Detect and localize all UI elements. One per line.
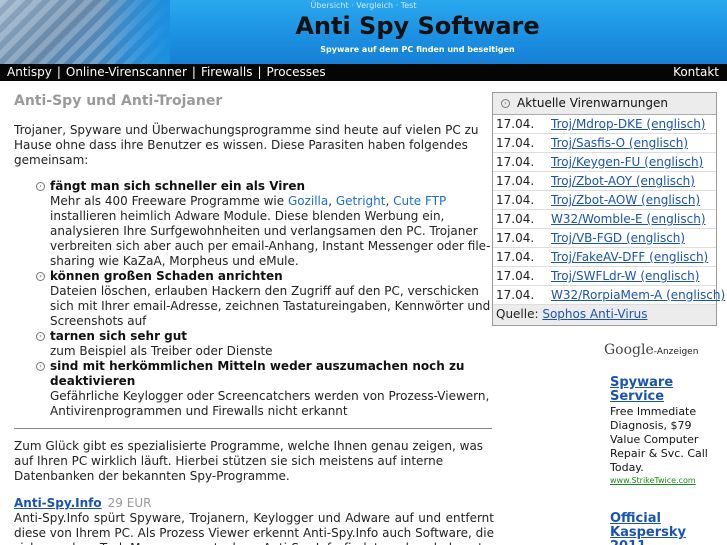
bullet-arrow-icon: ›	[36, 182, 45, 191]
virus-source: Quelle: Sophos Anti-Virus	[493, 305, 716, 325]
virus-link[interactable]: W32/RorpiaMem-A (englisch)	[551, 286, 725, 305]
ad-item: Official Kaspersky 2011	[604, 512, 724, 545]
virus-warnings-box: › Aktuelle Virenwarnungen 17.04. Troj/Mdr…	[492, 92, 725, 326]
ad-url[interactable]: www.StrikeTwice.com	[610, 476, 724, 485]
main-content: Anti-Spy und Anti-Trojaner Trojaner, Spy…	[14, 94, 494, 545]
virus-date: 17.04.	[496, 269, 535, 283]
table-row: 17.04. Troj/SWFLdr-W (englisch)	[493, 267, 716, 286]
nav-item-kontakt[interactable]: Kontakt	[673, 65, 719, 79]
source-label: Quelle:	[496, 307, 543, 321]
table-row: 17.04. Troj/Zbot-AOY (englisch)	[493, 172, 716, 191]
table-row: 17.04. Troj/Zbot-AOW (englisch)	[493, 191, 716, 210]
bullet-arrow-icon: ›	[36, 272, 45, 281]
link-getright[interactable]: Getright	[336, 194, 386, 208]
virus-date: 17.04.	[496, 117, 535, 131]
ads-label: Google-Anzeigen	[604, 342, 724, 358]
bullet-title: können großen Schaden anrichten	[50, 269, 283, 283]
nav-item-antispy[interactable]: Antispy	[7, 65, 52, 79]
nav-item-online-virenscanner[interactable]: Online-Virenscanner	[66, 65, 187, 79]
list-item: › tarnen sich sehr gut zum Beispiel als …	[36, 329, 494, 359]
source-link[interactable]: Sophos Anti-Virus	[542, 307, 647, 321]
google-logo: Google	[604, 342, 654, 358]
intro-text: Trojaner, Spyware und Überwachungsprogra…	[14, 123, 479, 167]
site-header: Übersicht · Vergleich · Test Anti Spy So…	[0, 0, 727, 64]
ad-text: Free Immediate Diagnosis, $79 Value Comp…	[610, 405, 708, 474]
bullet-text: Gefährliche Keylogger oder Screencatcher…	[50, 389, 490, 418]
list-item: › können großen Schaden anrichten Dateie…	[36, 269, 494, 329]
bullet-text: zum Beispiel als Treiber oder Dienste	[50, 344, 273, 358]
product-link[interactable]: Anti-Spy.Info	[14, 496, 102, 510]
outro-text: Zum Glück gibt es spezialisierte Program…	[14, 439, 484, 483]
ad-item: Spyware Service Free Immediate Diagnosis…	[604, 376, 724, 486]
table-row: 17.04. Troj/VB-FGD (englisch)	[493, 229, 716, 248]
virus-box-header: › Aktuelle Virenwarnungen	[493, 93, 716, 115]
virus-date: 17.04.	[496, 193, 535, 207]
bullet-arrow-icon: ›	[36, 362, 45, 371]
link-gozilla[interactable]: Gozilla	[288, 194, 328, 208]
site-title[interactable]: Anti Spy Software	[0, 12, 727, 40]
bullet-text: Mehr als 400 Freeware Programme wie Gozi…	[50, 194, 491, 268]
virus-date: 17.04.	[496, 212, 535, 226]
virus-link[interactable]: Troj/FakeAV-DFF (englisch)	[551, 248, 708, 267]
virus-list: 17.04. Troj/Mdrop-DKE (englisch) 17.04. Tro…	[493, 115, 725, 305]
page-heading: Anti-Spy und Anti-Trojaner	[14, 93, 223, 109]
nav-separator: |	[257, 65, 262, 79]
virus-link[interactable]: Troj/VB-FGD (englisch)	[551, 229, 685, 248]
virus-date: 17.04.	[496, 231, 535, 245]
table-row: 17.04. Troj/Sasfis-O (englisch)	[493, 134, 716, 153]
list-item: › sind mit herkömmlichen Mitteln weder a…	[36, 359, 494, 419]
product-description: Anti-Spy.Info spürt Spyware, Trojanern, …	[14, 511, 494, 545]
table-row: 17.04. Troj/FakeAV-DFF (englisch)	[493, 248, 716, 267]
nav-separator: |	[191, 65, 196, 79]
product-price: 29 EUR	[107, 496, 152, 510]
virus-link[interactable]: Troj/Mdrop-DKE (englisch)	[551, 115, 705, 134]
virus-date: 17.04.	[496, 155, 535, 169]
virus-date: 17.04.	[496, 174, 535, 188]
bullet-title: fängt man sich schneller ein als Viren	[50, 179, 306, 193]
virus-link[interactable]: W32/Womble-E (englisch)	[551, 210, 706, 229]
bullet-title: tarnen sich sehr gut	[50, 329, 188, 343]
nav-item-firewalls[interactable]: Firewalls	[201, 65, 253, 79]
main-nav: Antispy | Online-Virenscanner | Firewalls | Pr…	[0, 64, 727, 81]
list-item: › fängt man sich schneller ein als Viren…	[36, 179, 494, 269]
virus-link[interactable]: Troj/Zbot-AOY (englisch)	[551, 172, 695, 191]
bullet-text: Dateien löschen, erlauben Hackern den Zu…	[50, 284, 491, 328]
virus-link[interactable]: Troj/SWFLdr-W (englisch)	[551, 267, 699, 286]
virus-link[interactable]: Troj/Keygen-FU (englisch)	[551, 153, 703, 172]
link-cute-ftp[interactable]: Cute FTP	[393, 194, 446, 208]
nav-item-processes[interactable]: Processes	[267, 65, 326, 79]
table-row: 17.04. W32/Womble-E (englisch)	[493, 210, 716, 229]
table-row: 17.04. W32/RorpiaMem-A (englisch)	[493, 286, 725, 305]
ad-title[interactable]: Spyware Service	[610, 376, 724, 404]
product-entry: Anti-Spy.Info 29 EUR	[14, 496, 494, 511]
virus-date: 17.04.	[496, 136, 535, 150]
bullet-title: sind mit herkömmlichen Mitteln weder aus…	[50, 359, 465, 388]
table-row: 17.04. Troj/Mdrop-DKE (englisch)	[493, 115, 716, 134]
nav-separator: |	[56, 65, 61, 79]
site-tagline: Spyware auf dem PC finden und beseitigen	[320, 45, 515, 54]
bullet-arrow-icon: ›	[501, 99, 510, 108]
virus-link[interactable]: Troj/Sasfis-O (englisch)	[551, 134, 688, 153]
bullet-arrow-icon: ›	[36, 332, 45, 341]
virus-date: 17.04.	[496, 250, 535, 264]
virus-box-title: Aktuelle Virenwarnungen	[517, 96, 668, 110]
divider	[14, 428, 492, 429]
virus-link[interactable]: Troj/Zbot-AOW (englisch)	[551, 191, 700, 210]
google-ads: Google-Anzeigen Spyware Service Free Imm…	[604, 342, 724, 545]
header-topnav[interactable]: Übersicht · Vergleich · Test	[0, 1, 727, 10]
features-list: › fängt man sich schneller ein als Viren…	[14, 179, 494, 419]
table-row: 17.04. Troj/Keygen-FU (englisch)	[493, 153, 716, 172]
ad-title[interactable]: Official Kaspersky 2011	[610, 512, 724, 545]
ads-label-text: -Anzeigen	[653, 347, 699, 357]
virus-date: 17.04.	[496, 288, 535, 302]
